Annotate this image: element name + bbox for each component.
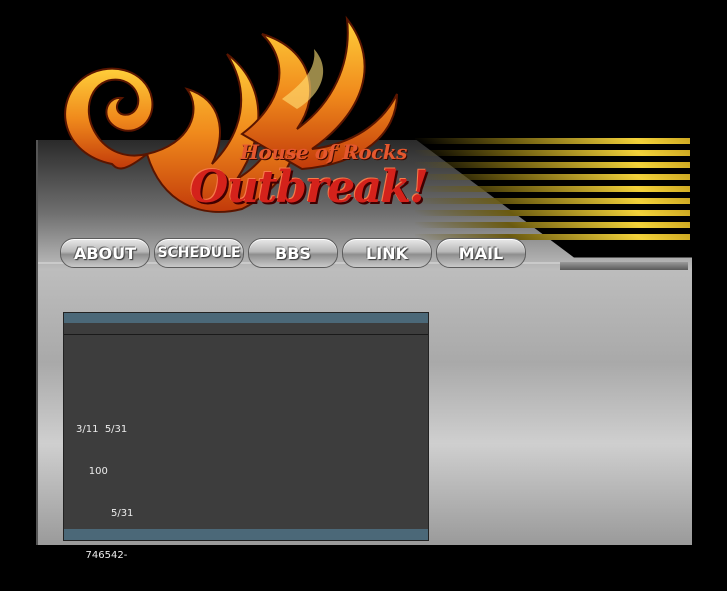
tagline: House of Rocks: [240, 140, 407, 164]
nav-bbs-button[interactable]: BBS: [248, 238, 338, 268]
nav-link-button[interactable]: LINK: [342, 238, 432, 268]
nav-about-button[interactable]: ABOUT: [60, 238, 150, 268]
news-panel-header-bar: [64, 313, 428, 323]
nav-schedule-button[interactable]: SCHEDULE: [154, 238, 244, 268]
news-line: 746542-: [76, 550, 128, 561]
news-line: 3/11 5/31: [76, 424, 128, 435]
news-panel-footer-bar: [64, 529, 428, 540]
news-panel-divider: [64, 334, 428, 335]
news-text: 3/11 5/31 100 5/31 746542-: [76, 395, 133, 591]
nav-mail-button[interactable]: MAIL: [436, 238, 526, 268]
main-nav: ABOUT SCHEDULE BBS LINK MAIL: [60, 238, 526, 268]
news-line: 5/31: [76, 508, 134, 519]
news-line: 100: [76, 466, 108, 477]
news-panel: 3/11 5/31 100 5/31 746542-: [63, 312, 429, 561]
brand-title: Outbreak!: [190, 162, 429, 213]
panel-right-ledge: [560, 262, 688, 270]
